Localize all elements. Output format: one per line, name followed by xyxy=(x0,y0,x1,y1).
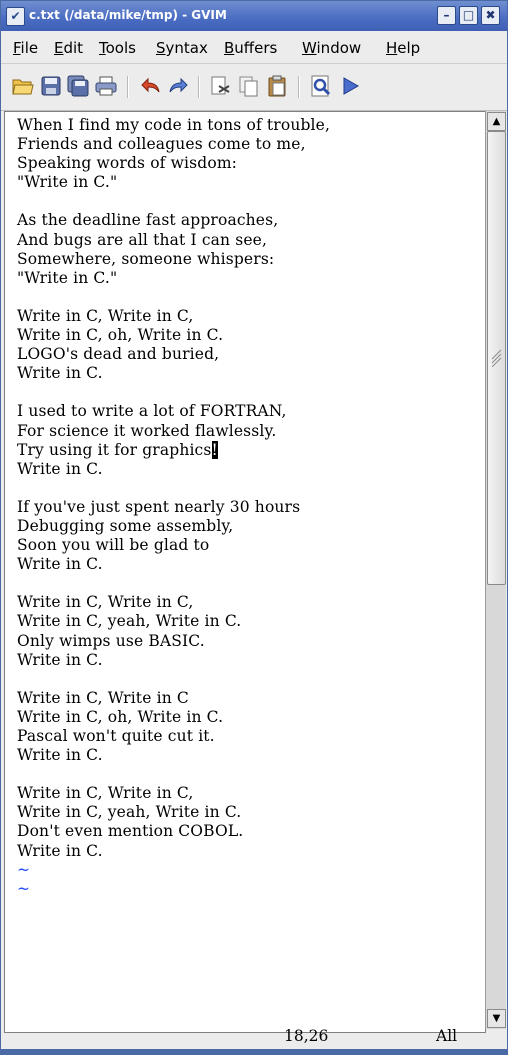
open-icon[interactable] xyxy=(11,74,35,98)
menu-buffers-rest: uffers xyxy=(234,39,278,57)
menu-bar: File Edit Tools Syntax Buffers Window He… xyxy=(1,31,507,64)
text-line: Write in C, Write in C, xyxy=(17,784,194,803)
window-menu-icon[interactable]: ✔ xyxy=(6,7,25,26)
text-line xyxy=(17,479,330,498)
menu-tools-rest: ools xyxy=(105,39,136,57)
menu-window-mnemonic: W xyxy=(302,39,317,57)
find-icon[interactable] xyxy=(309,74,333,98)
menu-buffers[interactable]: Buffers xyxy=(224,39,277,57)
toolbar xyxy=(1,64,507,111)
menu-tools[interactable]: Tools xyxy=(99,39,136,57)
text-line: "Write in C." xyxy=(17,268,118,287)
scroll-up-arrow-icon[interactable]: ▲ xyxy=(487,112,506,131)
text-line: Friends and colleagues come to me, xyxy=(17,135,306,154)
menu-tools-mnemonic: T xyxy=(99,39,106,57)
gvim-window: ✔ c.txt (/data/mike/tmp) - GVIM – □ ✖ Fi… xyxy=(0,0,508,1055)
text-line xyxy=(17,192,330,211)
run-icon[interactable] xyxy=(338,74,362,98)
text-line: I used to write a lot of FORTRAN, xyxy=(17,402,287,421)
cut-icon[interactable] xyxy=(209,74,233,98)
text-line: Write in C, Write in C xyxy=(17,688,189,707)
text-line: Only wimps use BASIC. xyxy=(17,631,205,650)
empty-line-tilde: ~ xyxy=(17,860,31,879)
menu-edit-rest: dit xyxy=(63,39,84,57)
menu-syntax-mnemonic: S xyxy=(156,39,166,57)
text-line: Write in C. xyxy=(17,841,103,860)
text-line xyxy=(17,383,330,402)
menu-syntax-rest: yntax xyxy=(165,39,208,57)
minimize-button[interactable]: – xyxy=(437,6,456,25)
menu-window[interactable]: Window xyxy=(302,39,361,57)
copy-icon[interactable] xyxy=(237,74,261,98)
window-bottom-border xyxy=(1,1049,507,1054)
grip-icon xyxy=(491,349,502,367)
menu-buffers-mnemonic: B xyxy=(224,39,235,57)
text-line: "Write in C." xyxy=(17,173,118,192)
text-line: As the deadline fast approaches, xyxy=(17,211,279,230)
menu-edit[interactable]: Edit xyxy=(54,39,83,57)
text-line: Don't even mention COBOL. xyxy=(17,822,244,841)
menu-file-mnemonic: F xyxy=(13,39,21,57)
text-line: For science it worked flawlessly. xyxy=(17,421,277,440)
text-line: And bugs are all that I can see, xyxy=(17,230,268,249)
text-line: Write in C. xyxy=(17,746,103,765)
text-line: Speaking words of wisdom: xyxy=(17,154,238,173)
text-line: Debugging some assembly, xyxy=(17,516,234,535)
text-line: Write in C, oh, Write in C. xyxy=(17,707,224,726)
toolbar-separator xyxy=(298,76,300,98)
close-button[interactable]: ✖ xyxy=(481,6,500,25)
text-line: Try using it for graphics! xyxy=(17,440,218,459)
paste-icon[interactable] xyxy=(265,74,289,98)
text-line: Write in C, oh, Write in C. xyxy=(17,326,224,345)
print-icon[interactable] xyxy=(94,74,118,98)
text-line: Write in C, Write in C, xyxy=(17,306,194,325)
title-bar[interactable]: ✔ c.txt (/data/mike/tmp) - GVIM – □ ✖ xyxy=(1,1,507,31)
text-line: Write in C. xyxy=(17,650,103,669)
text-line: Pascal won't quite cut it. xyxy=(17,727,215,745)
scrollbar-thumb[interactable] xyxy=(487,131,506,585)
menu-window-rest: indow xyxy=(316,39,362,57)
text-line: Soon you will be glad to xyxy=(17,536,210,555)
toolbar-separator xyxy=(127,76,129,98)
text-cursor: ! xyxy=(211,440,218,459)
text-line: Write in C. xyxy=(17,459,103,478)
menu-help-rest: elp xyxy=(397,39,421,57)
window-title: c.txt (/data/mike/tmp) - GVIM xyxy=(29,8,227,22)
empty-line-tilde: ~ xyxy=(17,879,31,898)
menu-syntax[interactable]: Syntax xyxy=(156,39,208,57)
menu-help[interactable]: Help xyxy=(386,39,420,57)
scroll-position: All xyxy=(436,1027,458,1045)
undo-icon[interactable] xyxy=(139,74,163,98)
text-line: LOGO's dead and buried, xyxy=(17,345,220,364)
text-line: Write in C, Write in C, xyxy=(17,593,194,612)
status-ruler: 18,26 All xyxy=(1,1025,481,1049)
menu-help-mnemonic: H xyxy=(386,39,398,57)
vertical-scrollbar[interactable]: ▲ ▼ xyxy=(485,111,506,1029)
toolbar-separator xyxy=(198,76,200,98)
maximize-button[interactable]: □ xyxy=(459,6,478,25)
text-line xyxy=(17,765,330,784)
text-line: Write in C. xyxy=(17,364,103,383)
scroll-down-arrow-icon[interactable]: ▼ xyxy=(487,1009,506,1028)
editor-lines: When I find my code in tons of trouble, F… xyxy=(17,116,330,899)
text-line xyxy=(17,670,330,689)
text-line: Write in C. xyxy=(17,555,103,574)
save-icon[interactable] xyxy=(39,74,63,98)
text-line: Write in C, yeah, Write in C. xyxy=(17,612,242,631)
text-line: Somewhere, someone whispers: xyxy=(17,249,275,268)
text-line xyxy=(17,574,330,593)
cursor-position: 18,26 xyxy=(284,1027,329,1045)
text-editor[interactable]: When I find my code in tons of trouble, F… xyxy=(4,111,486,1033)
text-line: When I find my code in tons of trouble, xyxy=(17,116,331,134)
text-line: Write in C, yeah, Write in C. xyxy=(17,803,242,822)
save-all-icon[interactable] xyxy=(66,74,90,98)
menu-file-rest: ile xyxy=(20,39,39,57)
redo-icon[interactable] xyxy=(166,74,190,98)
text-line: If you've just spent nearly 30 hours xyxy=(17,497,301,516)
menu-file[interactable]: File xyxy=(13,39,38,57)
text-line xyxy=(17,288,330,307)
